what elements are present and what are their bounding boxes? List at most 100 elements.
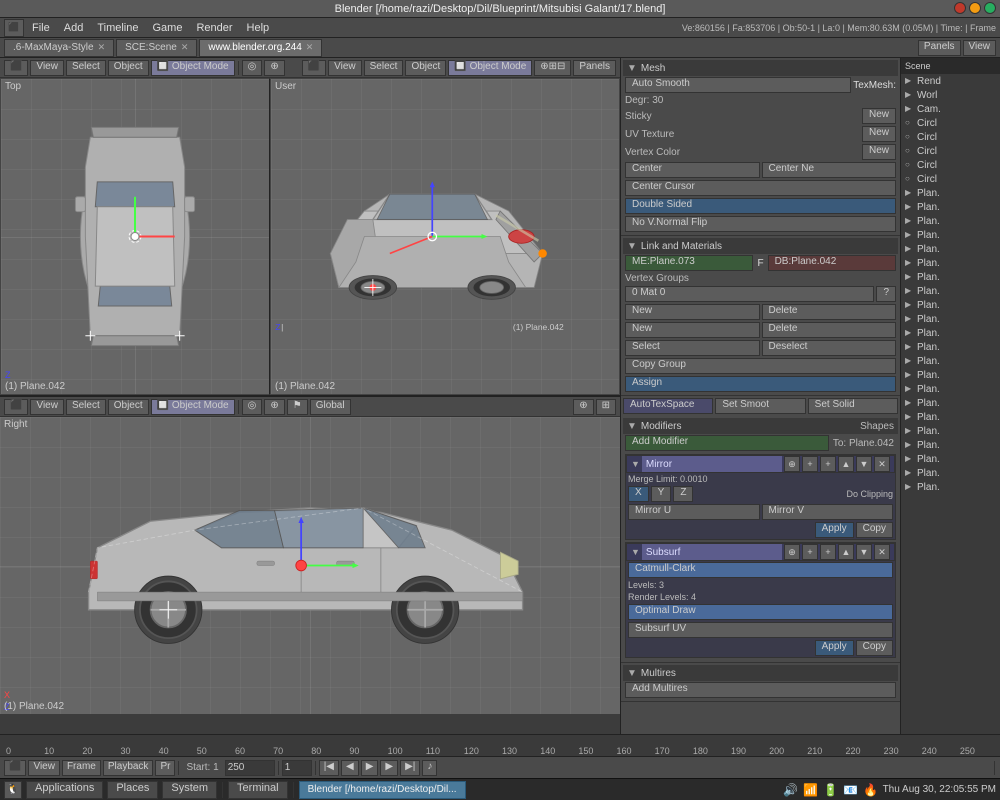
viewport-bottom[interactable]: Right [0,417,620,714]
mirror-header[interactable]: ▼ Mirror ⊕ + + ▲ ▼ ✕ [626,455,895,473]
viewport-top-right[interactable]: User [270,78,620,395]
x-btn[interactable]: X [628,486,649,502]
menu-game[interactable]: Game [146,20,188,36]
outliner-item[interactable]: ▶Plan. [901,326,1000,340]
tl-playback-btn[interactable]: Playback [103,760,154,776]
subsurf-icon3[interactable]: + [820,544,836,560]
tl-play-btn[interactable]: ▶ [361,760,379,776]
outliner-item[interactable]: ○Circl [901,116,1000,130]
outliner-item[interactable]: ○Circl [901,158,1000,172]
outliner-item[interactable]: ▶Plan. [901,396,1000,410]
tl-pr-btn[interactable]: Pr [155,760,175,776]
vp-right-icons[interactable]: ⊕⊞⊟ [534,60,571,76]
vp-right-mode-btn[interactable]: 🔲 Object Mode [448,60,532,76]
terminal-btn[interactable]: Terminal [228,781,288,799]
mirror-apply-btn[interactable]: Apply [815,522,854,538]
tab-close-scene[interactable]: ✕ [181,42,189,53]
maximize-button[interactable] [984,2,996,14]
panels-btn[interactable]: Panels [918,40,961,56]
places-btn[interactable]: Places [107,781,158,799]
outliner-item[interactable]: ▶Plan. [901,228,1000,242]
outliner-item[interactable]: ▶Plan. [901,438,1000,452]
subsurf-icon6[interactable]: ✕ [874,544,890,560]
outliner-item[interactable]: ▶Plan. [901,312,1000,326]
mirror-u-btn[interactable]: Mirror U [628,504,760,520]
vp-bot-right1[interactable]: ⊕ [573,399,593,415]
minimize-button[interactable] [969,2,981,14]
close-button[interactable] [954,2,966,14]
menu-file[interactable]: File [26,20,56,36]
center-cursor-btn[interactable]: Center Cursor [625,180,896,196]
subsurf-uv-btn[interactable]: Subsurf UV [628,622,893,638]
vp-bot-icon5[interactable]: Global [310,399,351,415]
set-solid-btn[interactable]: Set Solid [808,398,898,414]
vp-bot-mode[interactable]: 🔲 Object Mode [151,399,235,415]
menu-help[interactable]: Help [241,20,276,36]
taskbar-sysbtn4[interactable]: 📧 [843,782,859,798]
outliner-item[interactable]: ▶Plan. [901,424,1000,438]
optimal-draw-btn[interactable]: Optimal Draw [628,604,893,620]
vp-bot-icon4[interactable]: ⚑ [287,399,308,415]
subsurf-header[interactable]: ▼ Subsurf ⊕ + + ▲ ▼ ✕ [626,543,895,561]
outliner-item[interactable]: ▶Plan. [901,186,1000,200]
outliner-item[interactable]: ▶Plan. [901,340,1000,354]
mirror-v-btn[interactable]: Mirror V [762,504,894,520]
vp-icon-btn[interactable]: ⬛ [4,60,28,76]
tab-url[interactable]: www.blender.org.244 ✕ [199,39,322,57]
modifiers-header[interactable]: ▼ Modifiers Shapes [623,418,898,434]
outliner-item[interactable]: ▶Plan. [901,256,1000,270]
outliner-item[interactable]: ▶Plan. [901,382,1000,396]
center-btn[interactable]: Center [625,162,760,178]
vp-view-btn[interactable]: View [30,60,64,76]
assign-btn[interactable]: Assign [625,376,896,392]
tl-frame-input[interactable] [282,760,312,776]
subsurf-icon2[interactable]: + [802,544,818,560]
menu-render[interactable]: Render [190,20,238,36]
vp-bot-icon[interactable]: ⬛ [4,399,28,415]
vp-bot-object[interactable]: Object [108,399,149,415]
mirror-icon4[interactable]: ▲ [838,456,854,472]
vp-panels-right[interactable]: Panels [573,60,616,76]
taskbar-sysbtn5[interactable]: 🔥 [863,782,879,798]
mirror-icon3[interactable]: + [820,456,836,472]
add-modifier-btn[interactable]: Add Modifier [625,435,829,451]
outliner-item[interactable]: ▶Plan. [901,410,1000,424]
outliner-item[interactable]: ▶Plan. [901,452,1000,466]
mirror-icon5[interactable]: ▼ [856,456,872,472]
new-mat-btn[interactable]: New [625,304,760,320]
z-btn[interactable]: Z [673,486,693,502]
mirror-icon2[interactable]: + [802,456,818,472]
vp-bot-icon2[interactable]: ◎ [242,399,263,415]
new-mat-btn2[interactable]: New [625,322,760,338]
multires-header[interactable]: ▼ Multires [623,665,898,681]
tl-skip-end-btn[interactable]: ▶| [400,760,420,776]
vp-right-icon2[interactable]: View [328,60,362,76]
db-btn[interactable]: DB:Plane.042 [768,255,896,271]
vp-icon2[interactable]: ◎ [242,60,263,76]
vp-bot-right2[interactable]: ⊞ [596,399,616,415]
active-app[interactable]: Blender [/home/razi/Desktop/Dil... [299,781,466,799]
tab-close-url[interactable]: ✕ [306,42,314,53]
delete-mat-btn2[interactable]: Delete [762,322,897,338]
link-materials-header[interactable]: ▼ Link and Materials [623,238,898,254]
vp-right-icon4[interactable]: Object [405,60,446,76]
select-btn[interactable]: Select [625,340,760,356]
applications-btn[interactable]: Applications [26,781,103,799]
subsurf-icon1[interactable]: ⊕ [784,544,800,560]
autotex-btn[interactable]: AutoTexSpace [623,398,713,414]
tab-scene[interactable]: SCE:Scene ✕ [116,39,197,57]
mat-btn[interactable]: 0 Mat 0 [625,286,874,302]
mirror-copy-btn[interactable]: Copy [856,522,893,538]
taskbar-sysbtn3[interactable]: 🔋 [823,782,839,798]
add-multires-btn[interactable]: Add Multires [625,682,896,698]
view-header-btn[interactable]: View [963,40,997,56]
vp-mode-btn[interactable]: 🔲 Object Mode [151,60,235,76]
outliner-item[interactable]: ▶Plan. [901,368,1000,382]
tl-prev-frame-btn[interactable]: ◀ [341,760,359,776]
outliner-item[interactable]: ▶Plan. [901,270,1000,284]
tl-icon-btn[interactable]: ⬛ [4,760,26,776]
tl-frame-btn[interactable]: Frame [62,760,101,776]
outliner-item[interactable]: ▶Worl [901,88,1000,102]
tl-view-btn[interactable]: View [28,760,60,776]
blender-icon[interactable]: ⬛ [4,19,24,37]
